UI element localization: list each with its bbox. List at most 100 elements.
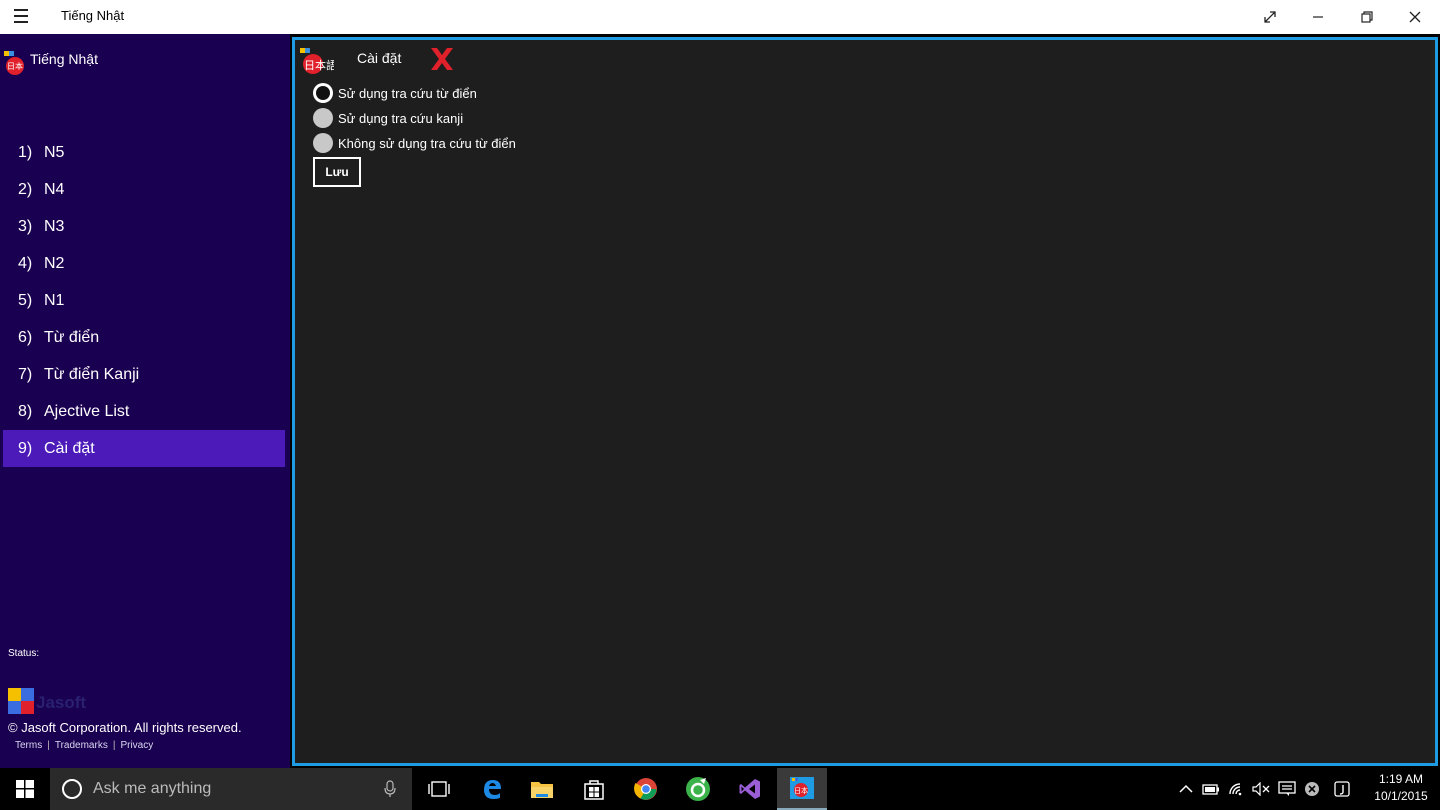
action-center-button[interactable] xyxy=(1277,780,1297,798)
sidebar-item-2[interactable]: 2) N4 xyxy=(3,171,285,208)
sidebar-item-number: 2) xyxy=(18,180,33,198)
sidebar-item-5[interactable]: 5) N1 xyxy=(3,282,285,319)
settings-panel: 日本語 Cài đặt Sử dụng tra cứu từ điển Sử d… xyxy=(292,37,1438,766)
sidebar-item-4[interactable]: 4) N2 xyxy=(3,245,285,282)
hamburger-menu-icon[interactable] xyxy=(14,9,34,25)
search-placeholder: Ask me anything xyxy=(93,780,212,797)
copyright-text: © Jasoft Corporation. All rights reserve… xyxy=(8,720,242,735)
sidebar-item-label: N2 xyxy=(44,254,65,272)
volume-button[interactable] xyxy=(1251,780,1271,798)
cortana-icon xyxy=(62,779,82,799)
input-indicator-button[interactable] xyxy=(1332,780,1352,798)
edge-button[interactable] xyxy=(467,768,517,810)
battery-icon xyxy=(1202,784,1219,795)
save-button[interactable]: Lưu xyxy=(313,157,361,187)
close-icon xyxy=(1409,11,1421,23)
visual-studio-icon xyxy=(739,779,760,799)
sidebar-item-label: Từ điển Kanji xyxy=(44,365,140,383)
tieng-nhat-app-icon: 日本 xyxy=(790,777,814,799)
sidebar-item-number: 1) xyxy=(18,143,33,161)
minimize-button[interactable] xyxy=(1294,0,1342,34)
show-hidden-icons-button[interactable] xyxy=(1176,780,1196,798)
file-explorer-icon xyxy=(531,782,553,798)
sidebar-item-label: N4 xyxy=(44,180,65,198)
close-x-icon[interactable] xyxy=(428,46,456,72)
store-icon xyxy=(584,780,604,800)
wifi-icon xyxy=(1229,783,1242,796)
sidebar-item-7[interactable]: 7) Từ điển Kanji xyxy=(3,356,285,393)
svg-text:日本: 日本 xyxy=(7,61,23,71)
radio-no-lookup-label: Không sử dụng tra cứu từ điển xyxy=(338,135,516,151)
network-button[interactable] xyxy=(1227,780,1247,798)
nav-list: 1) N5 2) N4 3) N3 4) N2 5) N1 6) Từ điển 7) Từ điển K… xyxy=(3,134,285,467)
taskbar: Ask me anything 日本 1:19 AM 10/1/2015 xyxy=(0,768,1440,810)
clock-time: 1:19 AM xyxy=(1378,772,1424,786)
radio-no-lookup-control[interactable] xyxy=(313,133,333,153)
sidebar-item-number: 6) xyxy=(18,328,33,346)
japanese-logo-icon: 日本語 xyxy=(300,48,334,74)
window-title: Tiếng Nhật xyxy=(61,8,125,23)
minimize-icon xyxy=(1313,16,1323,18)
task-view-button[interactable] xyxy=(414,768,464,810)
radio-kanji-lookup-label: Sử dụng tra cứu kanji xyxy=(338,110,464,126)
sidebar-item-label: Ajective List xyxy=(44,402,130,420)
sidebar-item-1[interactable]: 1) N5 xyxy=(3,134,285,171)
radio-no-lookup[interactable]: Không sử dụng tra cứu từ điển xyxy=(313,133,516,153)
title-bar: Tiếng Nhật xyxy=(0,0,1440,34)
radio-dictionary-lookup-control[interactable] xyxy=(313,83,333,103)
windows-logo-icon xyxy=(16,780,34,798)
sidebar-item-8[interactable]: 8) Ajective List xyxy=(3,393,285,430)
jasoft-logo-text: Jasoft xyxy=(36,693,86,712)
expand-icon xyxy=(1264,11,1276,23)
status-label: Status: xyxy=(8,648,40,659)
chrome-icon xyxy=(634,778,657,800)
sidebar-title: Tiếng Nhật xyxy=(30,51,98,67)
radio-dictionary-lookup[interactable]: Sử dụng tra cứu từ điển xyxy=(313,83,477,103)
cortana-search-box[interactable]: Ask me anything xyxy=(50,768,412,810)
japanese-logo-text: 日本語 xyxy=(304,58,334,72)
edge-icon xyxy=(484,780,501,799)
terms-link[interactable]: Terms xyxy=(15,740,42,751)
close-button[interactable] xyxy=(1391,0,1439,34)
sidebar-item-number: 3) xyxy=(18,217,33,235)
jasoft-logo: Jasoft xyxy=(8,688,86,714)
sidebar-item-label: Từ điển xyxy=(44,328,100,346)
file-explorer-button[interactable] xyxy=(517,768,567,810)
tieng-nhat-taskbar-button[interactable]: 日本 xyxy=(777,768,827,810)
battery-button[interactable] xyxy=(1201,780,1221,798)
visual-studio-button[interactable] xyxy=(725,768,775,810)
sidebar-item-number: 9) xyxy=(18,439,33,457)
trademarks-link[interactable]: Trademarks xyxy=(55,740,108,751)
privacy-link[interactable]: Privacy xyxy=(120,740,153,751)
radio-dictionary-lookup-label: Sử dụng tra cứu từ điển xyxy=(338,85,477,101)
sidebar-item-9[interactable]: 9) Cài đặt xyxy=(3,430,285,467)
svg-text:日本: 日本 xyxy=(794,786,808,795)
store-button[interactable] xyxy=(569,768,619,810)
chrome-button[interactable] xyxy=(621,768,671,810)
radio-kanji-lookup[interactable]: Sử dụng tra cứu kanji xyxy=(313,108,463,128)
footer-links: Terms | Trademarks | Privacy xyxy=(15,740,154,751)
app-logo-icon: 日本 xyxy=(4,51,24,75)
sidebar-item-label: Cài đặt xyxy=(44,439,95,457)
radio-kanji-lookup-control[interactable] xyxy=(313,108,333,128)
page-title: Cài đặt xyxy=(357,50,402,66)
chevron-up-icon xyxy=(1179,784,1193,793)
sidebar-item-3[interactable]: 3) N3 xyxy=(3,208,285,245)
clock[interactable]: 1:19 AM 10/1/2015 xyxy=(1368,771,1434,805)
restore-icon xyxy=(1361,11,1373,23)
notification-icon xyxy=(1278,781,1296,796)
sidebar-item-6[interactable]: 6) Từ điển xyxy=(3,319,285,356)
sidebar-item-label: N1 xyxy=(44,291,65,309)
fullscreen-button[interactable] xyxy=(1246,0,1294,34)
volume-muted-icon xyxy=(1252,782,1270,796)
restore-button[interactable] xyxy=(1343,0,1391,34)
task-view-icon xyxy=(428,781,450,797)
microphone-icon[interactable] xyxy=(384,780,396,798)
clock-date: 10/1/2015 xyxy=(1374,789,1428,803)
sidebar-item-number: 5) xyxy=(18,291,33,309)
sidebar-item-label: N5 xyxy=(44,143,65,161)
close-circle-icon xyxy=(1305,782,1319,796)
green-app-button[interactable] xyxy=(673,768,723,810)
start-button[interactable] xyxy=(0,768,50,810)
app-tray-button[interactable] xyxy=(1302,780,1322,798)
